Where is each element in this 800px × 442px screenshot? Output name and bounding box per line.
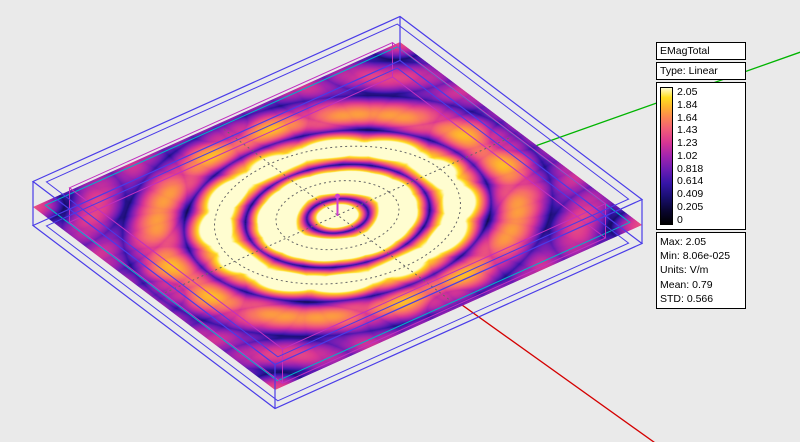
colorbar-gradient xyxy=(660,87,673,225)
colorbar-tick: 0 xyxy=(677,215,742,226)
viewport-3d[interactable]: EMagTotal Type: Linear 2.05 1.84 1.641.43 1… xyxy=(0,0,800,442)
legend-scale-box: 2.05 1.84 1.641.43 1.23 1.02 0.8180.614 0.409 0… xyxy=(656,82,746,230)
legend-stat-line: Max: 2.05 xyxy=(660,235,742,249)
colorbar-tick: 1.02 xyxy=(677,151,742,162)
colorbar-tick: 1.64 xyxy=(677,113,742,124)
legend-type: Type: Linear xyxy=(660,65,718,77)
colorbar-tick: 2.05 xyxy=(677,87,742,98)
legend-stat-line: STD: 0.566 xyxy=(660,292,742,306)
colorbar-tick: 1.23 xyxy=(677,138,742,149)
colorbar-tick: 0.205 xyxy=(677,202,742,213)
colorbar-tick: 0.409 xyxy=(677,189,742,200)
legend-type-box: Type: Linear xyxy=(656,62,746,80)
colorbar-tick: 0.614 xyxy=(677,176,742,187)
legend-stat-line: Units: V/m xyxy=(660,263,742,277)
colorbar-tick: 1.43 xyxy=(677,125,742,136)
colorbar-tick: 1.84 xyxy=(677,100,742,111)
colorbar-ticks: 2.05 1.84 1.641.43 1.23 1.02 0.8180.614 0.409 0… xyxy=(677,87,742,225)
colorbar-tick: 0.818 xyxy=(677,164,742,175)
legend-panel: EMagTotal Type: Linear 2.05 1.84 1.641.43 1… xyxy=(656,42,746,311)
legend-stat-line: Min: 8.06e-025 xyxy=(660,249,742,263)
legend-stat-line: Mean: 0.79 xyxy=(660,278,742,292)
feed-probe-tip xyxy=(335,194,340,199)
legend-title: EMagTotal xyxy=(660,45,710,57)
legend-stats-box: Max: 2.05Min: 8.06e-025Units: V/mMean: 0… xyxy=(656,232,746,309)
legend-title-box: EMagTotal xyxy=(656,42,746,60)
